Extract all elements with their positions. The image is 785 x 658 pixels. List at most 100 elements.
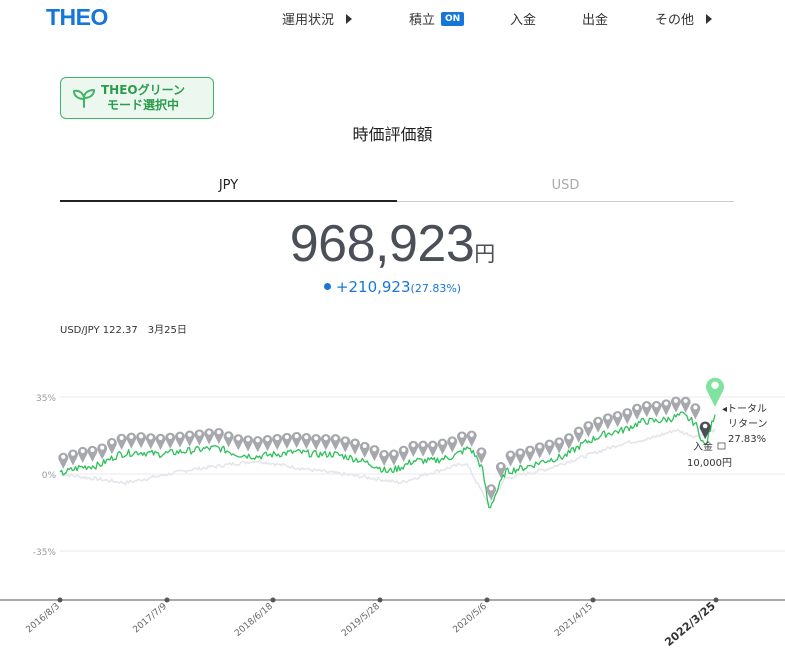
deposit-marker-pin[interactable] (388, 449, 399, 466)
deposit-marker-pin[interactable] (106, 438, 117, 455)
x-tick-dot (713, 597, 719, 603)
deposit-marker-pin[interactable] (670, 396, 681, 413)
deposit-marker-pin[interactable] (145, 433, 156, 450)
total-return-value: 27.83% (728, 434, 766, 445)
deposit-marker-pin[interactable] (174, 431, 185, 448)
x-tick-label: 2019/5/28 (340, 601, 382, 638)
deposit-marker-pin[interactable] (379, 449, 390, 467)
tab-usd[interactable]: USD (397, 178, 734, 202)
change-amount: +210,923 (335, 278, 411, 296)
deposit-marker-pin[interactable] (97, 443, 108, 460)
deposit-annotation-label: 入金 (693, 440, 713, 453)
nav-deposit[interactable]: 入金 (510, 9, 536, 28)
valuation-change: +210,923(27.83%) (0, 277, 785, 296)
theo-logo[interactable]: THEO (46, 4, 108, 31)
deposit-marker-pin[interactable] (661, 399, 672, 416)
deposit-marker-pin[interactable] (583, 421, 594, 438)
valuation-amount: 968,923円 (0, 214, 785, 274)
deposit-marker-pin[interactable] (447, 436, 458, 453)
change-dot-icon (323, 282, 331, 290)
x-tick-dot (377, 597, 383, 603)
total-return-sublabel: リターン (728, 418, 768, 430)
deposit-marker-pin[interactable] (563, 433, 574, 450)
deposit-marker-pin[interactable] (651, 400, 662, 418)
green-mode-line2: モード選択中 (107, 98, 180, 112)
nav-portfolio-status[interactable]: 運用状況 (282, 9, 353, 28)
deposit-marker-pin[interactable] (515, 448, 526, 465)
deposit-marker-pin[interactable] (573, 426, 584, 443)
nav-withdraw[interactable]: 出金 (582, 9, 608, 28)
deposit-marker-pin[interactable] (67, 449, 78, 466)
deposit-marker-pin[interactable] (233, 434, 244, 451)
deposit-marker-pin[interactable] (359, 441, 370, 458)
deposit-marker-pin[interactable] (641, 401, 652, 418)
deposit-marker-pin[interactable] (437, 438, 448, 455)
nav-auto-deposit[interactable]: 積立 ON (409, 9, 465, 28)
deposit-marker-pin[interactable] (252, 436, 263, 453)
valuation-chart[interactable]: 35% 0% -35% 2016/8/3 2017/7/9 2018/6/18 2019/… (0, 360, 785, 658)
deposit-marker-pin[interactable] (544, 439, 555, 456)
deposit-marker-pin[interactable] (165, 432, 176, 449)
page-title: 時価評価額 (352, 125, 433, 144)
deposit-marker-pin[interactable] (87, 445, 98, 462)
chevron-right-icon (346, 13, 353, 24)
nav-withdraw-label: 出金 (582, 13, 609, 28)
deposit-marker-pin[interactable] (632, 403, 643, 420)
deposit-marker-pin[interactable] (272, 433, 283, 451)
deposit-marker-pin[interactable] (213, 428, 224, 445)
deposit-marker-pin[interactable] (311, 434, 322, 451)
tab-jpy[interactable]: JPY (60, 178, 397, 202)
y-tick-label: 35% (36, 394, 56, 404)
deposit-marker-pin[interactable] (243, 435, 254, 452)
deposit-marker-pin[interactable] (622, 408, 633, 425)
deposit-annotation-value: 10,000円 (687, 458, 732, 469)
valuation-unit: 円 (474, 242, 496, 266)
deposit-marker-pin[interactable] (680, 396, 691, 413)
deposit-marker-pin[interactable] (136, 432, 147, 449)
series-line (59, 411, 716, 509)
deposit-marker-pin[interactable] (369, 445, 380, 462)
x-tick-label: 2018/6/18 (233, 601, 275, 638)
total-return-pin[interactable] (706, 377, 724, 407)
deposit-marker-pin[interactable] (204, 428, 215, 445)
green-mode-badge[interactable]: THEOグリーン モード選択中 (60, 77, 214, 119)
green-mode-line1: THEOグリーン (101, 83, 186, 97)
deposit-marker-pin[interactable] (456, 431, 467, 448)
deposit-marker-pin[interactable] (534, 442, 545, 459)
deposit-marker-pin[interactable] (194, 429, 205, 446)
deposit-marker-pin[interactable] (398, 445, 409, 462)
deposit-marker-pin[interactable] (126, 432, 137, 449)
deposit-marker-pin[interactable] (320, 434, 331, 451)
deposit-marker-pin[interactable] (262, 435, 273, 452)
deposit-marker-pin[interactable] (525, 445, 536, 462)
deposit-marker-pin[interactable] (184, 430, 195, 447)
deposit-marker-pin[interactable] (301, 433, 312, 450)
deposit-marker-pin[interactable] (427, 440, 438, 457)
deposit-marker-pin[interactable] (418, 440, 429, 457)
deposit-marker-pin[interactable] (291, 431, 302, 449)
deposit-marker-pin[interactable] (58, 452, 69, 469)
deposit-marker-pin[interactable] (505, 450, 516, 467)
nav-other[interactable]: その他 (655, 9, 713, 28)
auto-deposit-on-badge: ON (441, 11, 465, 26)
deposit-marker-pin[interactable] (408, 440, 419, 457)
x-tick-dot (270, 597, 276, 603)
x-tick-dot (590, 597, 596, 603)
deposit-marker-pin[interactable] (223, 431, 234, 448)
deposit-marker-pin[interactable] (554, 437, 565, 454)
deposit-marker-pin[interactable] (350, 438, 361, 455)
deposit-marker-pin[interactable] (466, 430, 477, 447)
deposit-marker-pin[interactable] (77, 446, 88, 464)
deposit-marker-pin[interactable] (281, 432, 292, 449)
deposit-marker-pin[interactable] (602, 413, 613, 430)
deposit-marker-pin[interactable] (593, 416, 604, 433)
deposit-marker-pin[interactable] (699, 421, 711, 440)
total-return-label: ◂トータル (722, 403, 767, 415)
fx-rate: USD/JPY 122.37 3月25日 (60, 321, 187, 336)
deposit-marker-pin[interactable] (612, 411, 623, 428)
deposit-marker-pin[interactable] (155, 433, 166, 450)
deposit-marker-pin[interactable] (340, 436, 351, 453)
deposit-marker-pin[interactable] (330, 434, 341, 451)
deposit-marker-pin[interactable] (116, 433, 127, 450)
chevron-right-icon (706, 13, 713, 24)
